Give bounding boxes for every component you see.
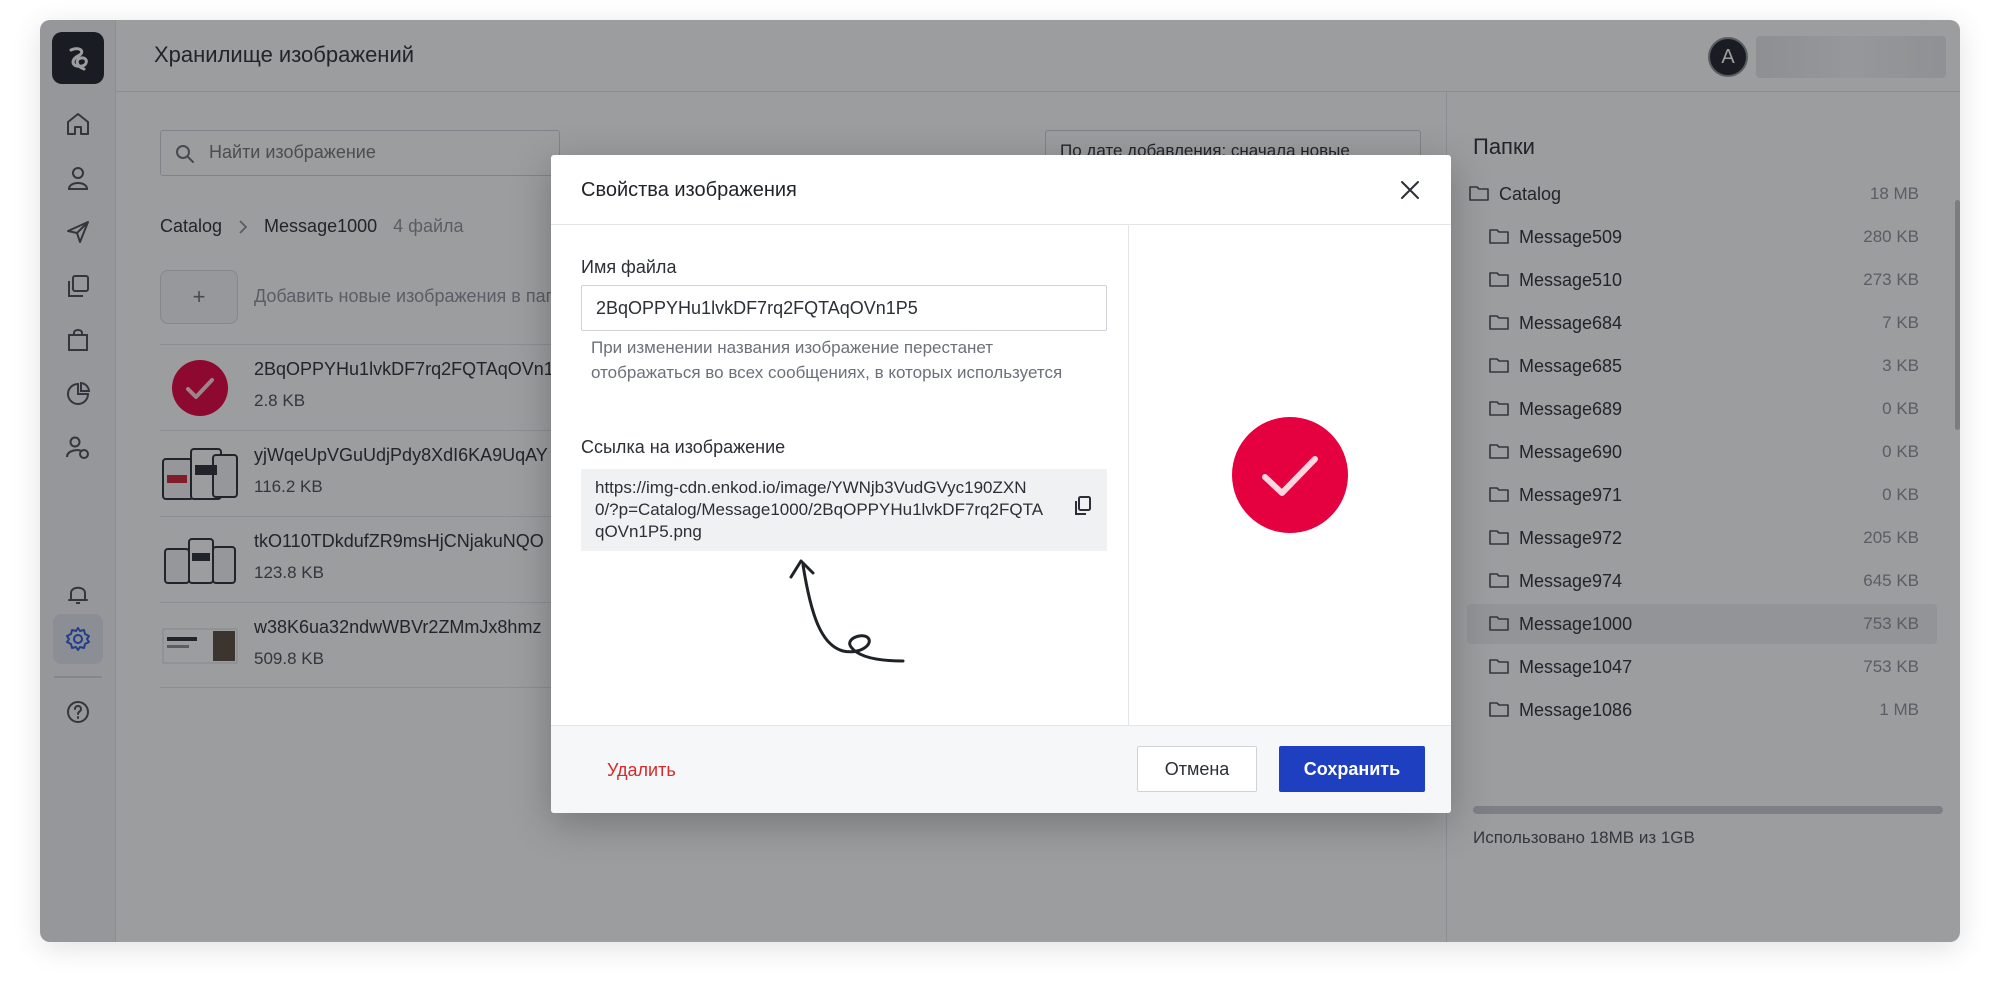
filename-field[interactable] bbox=[581, 285, 1107, 331]
image-link-text: https://img-cdn.enkod.io/image/YWNjb3Vud… bbox=[595, 478, 1044, 541]
close-icon bbox=[1401, 181, 1419, 199]
dialog-form: Имя файла При изменении названия изображ… bbox=[551, 225, 1128, 725]
dialog-title: Свойства изображения bbox=[581, 179, 797, 201]
dialog-footer: Удалить Отмена Сохранить bbox=[551, 725, 1451, 813]
app-window: Хранилище изображений A По дате добавлен… bbox=[40, 20, 1960, 942]
close-button[interactable] bbox=[1395, 175, 1425, 205]
save-button[interactable]: Сохранить bbox=[1279, 746, 1425, 792]
dialog-header: Свойства изображения bbox=[551, 155, 1451, 225]
annotation-arrow bbox=[789, 559, 905, 663]
image-properties-dialog: Свойства изображения Имя файла При измен… bbox=[551, 155, 1451, 813]
delete-button[interactable]: Удалить bbox=[607, 760, 676, 781]
link-label: Ссылка на изображение bbox=[581, 437, 786, 457]
image-link-box: https://img-cdn.enkod.io/image/YWNjb3Vud… bbox=[581, 469, 1107, 551]
filename-hint: При изменении названия изображение перес… bbox=[591, 338, 1063, 382]
image-preview bbox=[1128, 225, 1451, 725]
filename-label: Имя файла bbox=[581, 257, 677, 277]
check-badge-icon bbox=[1232, 417, 1348, 533]
cancel-button[interactable]: Отмена bbox=[1137, 746, 1257, 792]
copy-icon[interactable] bbox=[1073, 495, 1093, 517]
